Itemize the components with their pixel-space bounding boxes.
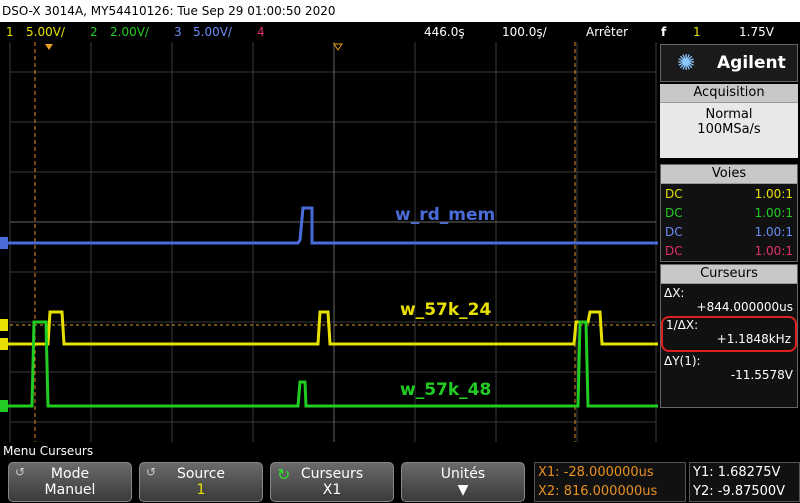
ch3-ground-marker[interactable]: [0, 237, 8, 249]
cursor-x1-value: X1: -28.000000us: [538, 465, 654, 480]
trace-label-w-57k-48: w_57k_48: [400, 380, 491, 400]
ch2-scale[interactable]: 2.00V/: [110, 22, 149, 42]
dy-label: ΔY(1):: [664, 354, 701, 368]
dy-value: -11.5578V: [730, 368, 793, 382]
run-state[interactable]: Arrêter: [586, 22, 628, 42]
cursor-y-readout: Y1: 1.68275V Y2: -9.87500V: [689, 462, 800, 502]
curseurs-panel[interactable]: Curseurs ΔX: +844.000000us 1/ΔX: +1.1848…: [660, 264, 798, 408]
trigger-level[interactable]: 1.75V: [739, 22, 774, 42]
softkey-label: Mode: [50, 466, 90, 482]
menu-title: Menu Curseurs: [0, 442, 800, 460]
voie-coupling: DC: [665, 187, 683, 201]
trace-label-w-rd-mem: w_rd_mem: [395, 205, 495, 225]
cursor-y2-value: Y2: -9.87500V: [693, 484, 786, 499]
softkey-curseurs[interactable]: ↻ Curseurs X1: [270, 462, 394, 502]
ch1-scale[interactable]: 5.00V/: [26, 22, 65, 42]
softkey-rotate-icon: ↺: [15, 465, 26, 479]
ch3-scale[interactable]: 5.00V/: [193, 22, 232, 42]
agilent-logo-icon: ✺: [677, 51, 696, 76]
voie-row[interactable]: DC 1.00:1: [661, 242, 797, 261]
softkey-mode[interactable]: ↺ Mode Manuel: [8, 462, 132, 502]
ch4-number[interactable]: 4: [257, 22, 265, 42]
voie-coupling: DC: [665, 206, 683, 220]
trace-label-w-57k-24: w_57k_24: [400, 300, 491, 320]
softkey-value: Manuel: [44, 482, 96, 498]
voie-row[interactable]: DC 1.00:1: [661, 184, 797, 204]
dx-value: +844.000000us: [696, 300, 793, 314]
ch2-number[interactable]: 2: [90, 22, 98, 42]
waveform-svg: w_rd_mem w_57k_24 w_57k_48: [0, 42, 658, 442]
voies-header: Voies: [661, 165, 797, 184]
timebase-delay[interactable]: 446.0ş: [424, 22, 465, 42]
acquisition-rate: 100MSa/s: [697, 122, 761, 137]
waveform-display[interactable]: w_rd_mem w_57k_24 w_57k_48: [0, 42, 658, 442]
trigger-level-marker[interactable]: [0, 319, 8, 331]
cursor-x-readout: X1: -28.000000us X2: 816.000000us: [534, 462, 686, 502]
status-bar: 1 5.00V/ 2 2.00V/ 3 5.00V/ 4 446.0ş 100.…: [0, 22, 800, 42]
voie-coupling: DC: [665, 225, 683, 239]
voie-row[interactable]: DC 1.00:1: [661, 223, 797, 242]
side-panel: ✺ Agilent Acquisition Normal 100MSa/s Vo…: [658, 42, 800, 442]
voie-row[interactable]: DC 1.00:1: [661, 204, 797, 223]
voie-ratio: 1.00:1: [754, 244, 793, 258]
inv-dx-value: +1.1848kHz: [716, 332, 791, 346]
voie-ratio: 1.00:1: [754, 206, 793, 220]
curseurs-header: Curseurs: [661, 265, 797, 284]
softkey-value: 1: [196, 482, 206, 498]
cursor-x2-value: X2: 816.000000us: [538, 484, 658, 499]
trigger-source[interactable]: 1: [693, 22, 701, 42]
cursor-y1-value: Y1: 1.68275V: [693, 465, 781, 480]
acquisition-panel[interactable]: Acquisition Normal 100MSa/s: [660, 84, 798, 158]
softkey-label: Unités: [440, 466, 486, 482]
ch1-number[interactable]: 1: [6, 22, 14, 42]
time-scale[interactable]: 100.0ş/: [502, 22, 547, 42]
softkey-rotate-icon: ↺: [146, 465, 157, 479]
inv-dx-highlight: 1/ΔX: +1.1848kHz: [661, 316, 797, 352]
ch2-ground-marker[interactable]: [0, 400, 8, 412]
voie-ratio: 1.00:1: [754, 225, 793, 239]
softkey-rotate-icon: ↻: [277, 465, 291, 484]
down-arrow-icon: ▼: [457, 482, 469, 498]
inv-dx-label: 1/ΔX:: [666, 318, 699, 332]
brand-box: ✺ Agilent: [660, 44, 798, 82]
acquisition-header: Acquisition: [660, 84, 798, 103]
voie-ratio: 1.00:1: [754, 187, 793, 201]
acquisition-mode: Normal: [705, 107, 753, 122]
voies-panel[interactable]: Voies DC 1.00:1 DC 1.00:1 DC 1.00:1 DC 1.00:…: [660, 164, 798, 262]
softkey-label: Source: [176, 466, 226, 482]
ch1-ground-marker[interactable]: [0, 338, 8, 350]
dx-label: ΔX:: [664, 286, 685, 300]
softkey-unites[interactable]: Unités ▼: [401, 462, 525, 502]
ch3-number[interactable]: 3: [174, 22, 182, 42]
trigger-edge-icon: f: [661, 25, 667, 39]
brand-name: Agilent: [717, 53, 786, 73]
window-title: DSO-X 3014A, MY54410126: Tue Sep 29 01:0…: [0, 0, 800, 22]
voie-coupling: DC: [665, 244, 683, 258]
softkey-source[interactable]: ↺ Source 1: [139, 462, 263, 502]
softkey-value: X1: [322, 482, 342, 498]
softkey-bar: ↺ Mode Manuel ↺ Source 1 ↻ Curseurs X1 U…: [0, 460, 800, 503]
